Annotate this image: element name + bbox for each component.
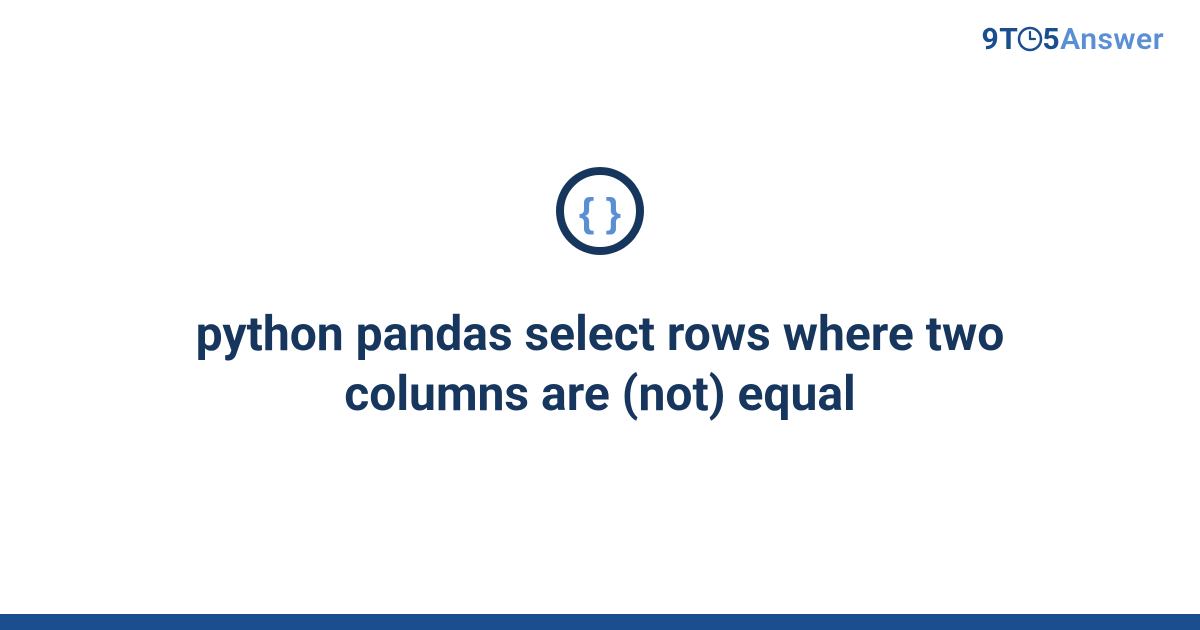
brand-t: T (999, 22, 1018, 57)
brand-five: 5 (1042, 22, 1060, 57)
site-brand: 9T5Answer (982, 22, 1164, 60)
brand-nine: 9 (982, 22, 1000, 57)
brand-answer: Answer (1060, 22, 1164, 57)
main-content: { } python pandas select rows where two … (0, 0, 1200, 630)
clock-icon (1017, 25, 1043, 60)
code-braces-icon: { } (555, 166, 645, 256)
footer-bar (0, 614, 1200, 630)
svg-text:{ }: { } (579, 191, 621, 235)
page-title: python pandas select rows where two colu… (100, 304, 1100, 424)
